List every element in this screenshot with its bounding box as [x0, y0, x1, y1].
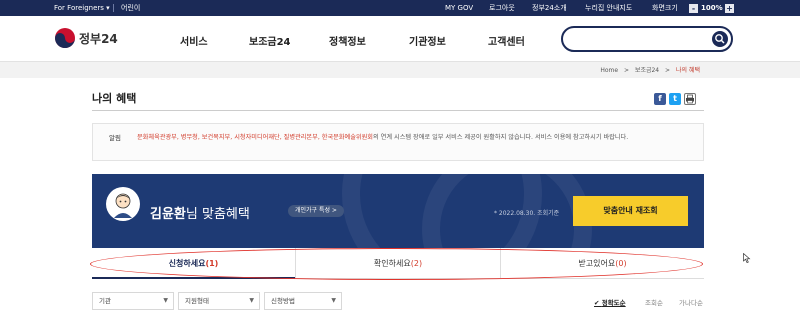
page-title: 나의 혜택 — [92, 92, 137, 105]
for-foreigners-link[interactable]: For Foreigners ▾ — [54, 3, 110, 13]
nav-agency-info[interactable]: 기관정보 — [409, 33, 446, 48]
apply-method-select[interactable]: 신청방법 ▼ — [264, 292, 342, 310]
screen-size-label: 화면크기 — [652, 4, 678, 12]
household-tag-button[interactable]: 개인가구 특성 > — [288, 205, 344, 217]
notice-tag: 알림 — [109, 134, 121, 142]
top-utility-bar: For Foreigners ▾ 어린이 MY GOV 로그아웃 정부24소개 … — [0, 0, 800, 16]
user-name: 김윤환 — [150, 207, 186, 222]
twitter-icon[interactable]: t — [669, 93, 681, 105]
logout-link[interactable]: 로그아웃 — [489, 3, 515, 13]
sort-views[interactable]: 조회순 — [645, 297, 663, 307]
main-header: 정부24 서비스 보조금24 정책정보 기관정보 고객센터 — [0, 16, 800, 62]
print-icon[interactable] — [684, 93, 696, 105]
user-avatar-icon — [107, 188, 139, 220]
page-root: For Foreigners ▾ 어린이 MY GOV 로그아웃 정부24소개 … — [0, 0, 800, 319]
support-type-select[interactable]: 지원형태 ▼ — [178, 292, 260, 310]
search-button[interactable] — [712, 31, 728, 47]
sort-accuracy[interactable]: ✔ 정확도순 — [594, 297, 626, 307]
nav-services[interactable]: 서비스 — [180, 33, 208, 48]
facebook-icon[interactable]: f — [654, 93, 666, 105]
mygov-link[interactable]: MY GOV — [445, 3, 473, 13]
notice-highlight: 문화체육관광부, 병무청, 보건복지부, 시청자미디어재단, 질병관리본부, 한… — [137, 134, 373, 141]
agency-select[interactable]: 기관 ▼ — [92, 292, 174, 310]
divider — [113, 4, 114, 12]
mouse-cursor-icon — [743, 253, 751, 263]
zoom-level: 100% — [701, 4, 723, 12]
breadcrumb: Home > 보조금24 > 나의 혜택 — [596, 65, 700, 74]
kids-link[interactable]: 어린이 — [121, 3, 140, 13]
taegeuk-logo-icon[interactable] — [54, 27, 76, 49]
search-box — [561, 26, 733, 52]
zoom-out-button[interactable]: - — [689, 4, 698, 13]
breadcrumb-bar: Home > 보조금24 > 나의 혜택 — [0, 62, 800, 78]
tab-apply[interactable]: 신청하세요(1) — [92, 248, 295, 279]
sitemap-link[interactable]: 누리집 안내지도 — [585, 3, 632, 13]
benefit-banner: 김윤환님 맞춤혜택 개인가구 특성 > * 2022.08.30. 조회기준 맞… — [92, 174, 704, 248]
avatar — [106, 187, 140, 221]
sort-alphabetical[interactable]: 가나다순 — [679, 297, 703, 307]
breadcrumb-separator: > — [665, 67, 671, 74]
search-icon — [715, 34, 725, 44]
breadcrumb-subsidy24[interactable]: 보조금24 — [635, 67, 659, 74]
nav-subsidy24[interactable]: 보조금24 — [249, 33, 291, 48]
breadcrumb-separator: > — [623, 67, 629, 74]
benefit-tabs: 신청하세요(1) 확인하세요(2) 받고있어요(0) — [92, 248, 704, 279]
user-name-title: 김윤환님 맞춤혜택 — [150, 203, 250, 222]
refresh-benefits-button[interactable]: 맞춤안내 재조회 — [573, 196, 688, 226]
date-note: * 2022.08.30. 조회기준 — [494, 210, 560, 217]
search-input[interactable] — [571, 32, 711, 46]
notice-text: 문화체육관광부, 병무청, 보건복지부, 시청자미디어재단, 질병관리본부, 한… — [137, 132, 697, 143]
notice-box: 알림 문화체육관광부, 병무청, 보건복지부, 시청자미디어재단, 질병관리본부… — [92, 123, 704, 161]
about-link[interactable]: 정부24소개 — [532, 3, 567, 13]
zoom-in-button[interactable]: + — [725, 4, 734, 13]
tab-check[interactable]: 확인하세요(2) — [296, 248, 500, 279]
notice-message: 의 연계 시스템 장애로 일부 서비스 제공이 원활하지 않습니다. 서비스 이… — [372, 134, 629, 141]
breadcrumb-home[interactable]: Home — [600, 67, 618, 74]
logo-text[interactable]: 정부24 — [79, 30, 118, 47]
nav-customer-center[interactable]: 고객센터 — [488, 33, 525, 48]
benefit-suffix: 님 맞춤혜택 — [185, 207, 250, 222]
tab-receiving[interactable]: 받고있어요(0) — [501, 248, 704, 279]
title-divider — [92, 110, 704, 111]
nav-policy-info[interactable]: 정책정보 — [329, 33, 366, 48]
breadcrumb-current: 나의 혜택 — [676, 67, 700, 74]
